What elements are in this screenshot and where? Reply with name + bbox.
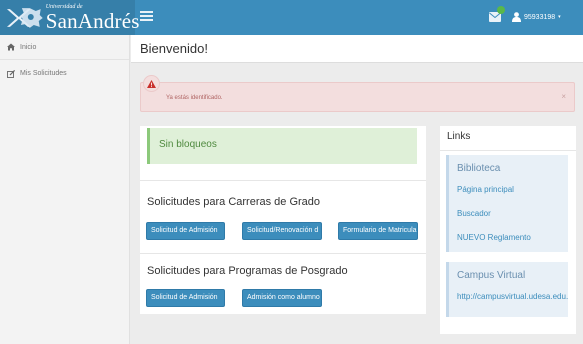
divider [140, 180, 426, 181]
hamburger-icon[interactable] [140, 11, 153, 22]
brand-logo[interactable]: Universidad de SanAndrés [0, 0, 140, 35]
content-header: Bienvenido! [131, 35, 583, 63]
caret-down-icon: ▾ [558, 14, 561, 20]
alert-badge [143, 75, 160, 92]
home-icon [7, 43, 15, 51]
sidebar: Inicio Mis Solicitudes [0, 35, 130, 344]
section-title-posgrado: Solicitudes para Programas de Posgrado [147, 265, 348, 277]
posgrado-admission-button[interactable]: Solicitud de Admisión [146, 289, 225, 307]
alert-message: Ya estás identificado. [166, 95, 223, 101]
link-buscador[interactable]: Buscador [457, 209, 491, 218]
sidebar-item-label: Inicio [20, 43, 37, 51]
grado-admission-button[interactable]: Solicitud de Admisión [146, 222, 225, 240]
divider [140, 253, 426, 254]
user-icon [512, 12, 521, 22]
link-nuevo-reglamento[interactable]: NUEVO Reglamento [457, 233, 531, 242]
top-navbar: Universidad de SanAndrés 95933198 ▾ [0, 0, 583, 35]
crest-icon [6, 7, 43, 28]
links-panel: Links Biblioteca Página principal Buscad… [440, 126, 576, 334]
links-title: Links [447, 131, 471, 142]
blocks-status: Sin bloqueos [147, 128, 417, 164]
sidebar-item-inicio[interactable]: Inicio [0, 35, 129, 60]
link-campus-virtual[interactable]: http://campusvirtual.udesa.edu. [457, 292, 568, 301]
page-title: Bienvenido! [140, 41, 208, 56]
brand-name: SanAndrés [45, 9, 140, 33]
grado-renewal-button[interactable]: Solicitud/Renovación d [242, 222, 322, 240]
user-id: 95933198 [524, 13, 556, 21]
close-icon[interactable]: × [561, 92, 566, 101]
notification-badge [497, 6, 505, 14]
error-alert: Ya estás identificado. × [140, 82, 575, 112]
user-menu[interactable]: 95933198 ▾ [512, 9, 561, 25]
campus-box: Campus Virtual http://campusvirtual.udes… [446, 262, 568, 317]
brand-text: Universidad de SanAndrés [46, 0, 140, 35]
biblioteca-box: Biblioteca Página principal Buscador NUE… [446, 155, 568, 252]
blocks-status-text: Sin bloqueos [159, 139, 217, 150]
warning-icon [147, 79, 156, 88]
biblioteca-title: Biblioteca [457, 163, 501, 174]
posgrado-student-admission-button[interactable]: Admisión como alumno [242, 289, 322, 307]
sidebar-item-label: Mis Solicitudes [20, 70, 67, 77]
section-title-grado: Solicitudes para Carreras de Grado [147, 196, 321, 208]
campus-title: Campus Virtual [457, 270, 526, 281]
sidebar-item-mis-solicitudes[interactable]: Mis Solicitudes [0, 61, 129, 86]
link-pagina-principal[interactable]: Página principal [457, 185, 514, 194]
grado-enrollment-button[interactable]: Formulario de Matricula [338, 222, 418, 240]
divider [440, 150, 576, 151]
edit-icon [7, 69, 15, 78]
